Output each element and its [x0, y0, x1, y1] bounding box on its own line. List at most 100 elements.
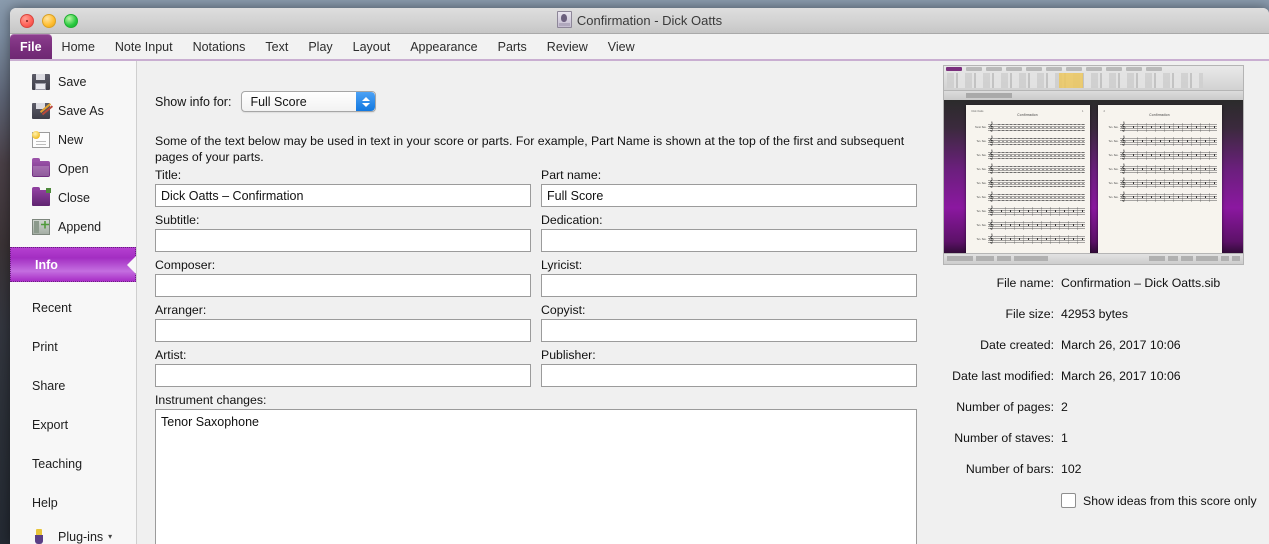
tab-review[interactable]: Review [537, 34, 598, 59]
sidebar-item-close[interactable]: Close [10, 183, 136, 212]
info-value: 102 [1061, 462, 1082, 476]
show-ideas-label: Show ideas from this score only [1083, 493, 1257, 508]
dedication-label: Dedication: [541, 213, 603, 227]
sidebar-item-recent[interactable]: Recent [10, 288, 136, 327]
sidebar-item-print[interactable]: Print [10, 327, 136, 366]
score-preview-thumbnail[interactable]: Dick Oatts 1 Confirmation Tenor Sax. 𝄞 Ten… [943, 65, 1244, 265]
subtitle-label: Subtitle: [155, 213, 200, 227]
lyricist-label: Lyricist: [541, 258, 583, 272]
thumbnail-ribbon-buttons [947, 73, 1203, 88]
stepper-arrows-icon[interactable] [356, 92, 376, 111]
ribbon-tab-bar: File Home Note Input Notations Text Play… [10, 34, 1269, 61]
sidebar-item-export[interactable]: Export [10, 405, 136, 444]
tab-appearance[interactable]: Appearance [400, 34, 487, 59]
composer-input[interactable] [155, 274, 531, 297]
info-key: File name: [996, 276, 1054, 290]
instrument-changes-label: Instrument changes: [155, 393, 267, 407]
sidebar-item-plugins[interactable]: Plug-ins ▾ [10, 522, 136, 544]
field-row-artist-publisher: Artist: Publisher: [155, 348, 917, 387]
thumbnail-page-1: Dick Oatts 1 Confirmation Tenor Sax. 𝄞 Ten… [965, 105, 1090, 253]
info-pane: Show info for: Full Score Some of the te… [137, 61, 939, 544]
info-key: Number of bars: [965, 462, 1054, 476]
field-group-lyricist: Lyricist: [541, 258, 917, 297]
info-key: File size: [1005, 307, 1054, 321]
field-group-part-name: Part name: [541, 168, 917, 207]
close-folder-icon [32, 186, 51, 206]
tab-notations[interactable]: Notations [183, 34, 256, 59]
copyist-input[interactable] [541, 319, 917, 342]
tab-text[interactable]: Text [255, 34, 298, 59]
backstage-sidebar: Save Save As New Open Close Append Info … [10, 61, 137, 544]
part-name-label: Part name: [541, 168, 602, 182]
instrument-changes-textarea[interactable] [155, 409, 917, 544]
tab-parts[interactable]: Parts [488, 34, 537, 59]
thumbnail-status-bar [944, 253, 1243, 264]
sidebar-item-share[interactable]: Share [10, 366, 136, 405]
sidebar-item-help[interactable]: Help [10, 483, 136, 522]
title-input[interactable] [155, 184, 531, 207]
info-row-number-of-pages: Number of pages: 2 [939, 400, 1261, 415]
copyist-label: Copyist: [541, 303, 586, 317]
sidebar-item-teaching[interactable]: Teaching [10, 444, 136, 483]
sidebar-item-label: Print [32, 339, 58, 354]
publisher-label: Publisher: [541, 348, 596, 362]
info-value: 42953 bytes [1061, 307, 1129, 321]
tab-layout[interactable]: Layout [343, 34, 401, 59]
tab-home[interactable]: Home [52, 34, 105, 59]
sidebar-item-label: Share [32, 378, 66, 393]
sidebar-item-save-as[interactable]: Save As [10, 96, 136, 125]
field-group-arranger: Arranger: [155, 303, 531, 342]
tab-note-input[interactable]: Note Input [105, 34, 183, 59]
field-group-dedication: Dedication: [541, 213, 917, 252]
sidebar-item-info[interactable]: Info [10, 247, 136, 282]
artist-label: Artist: [155, 348, 187, 362]
tab-file[interactable]: File [10, 34, 52, 59]
info-value: March 26, 2017 10:06 [1061, 369, 1181, 383]
sidebar-item-append[interactable]: Append [10, 212, 136, 241]
chevron-down-icon[interactable]: ▾ [108, 532, 112, 541]
new-document-icon [32, 130, 50, 148]
dedication-input[interactable] [541, 229, 917, 252]
show-ideas-checkbox[interactable] [1061, 493, 1076, 508]
publisher-input[interactable] [541, 364, 917, 387]
show-info-selected-value: Full Score [250, 94, 307, 109]
tab-view[interactable]: View [598, 34, 645, 59]
field-group-title: Title: [155, 168, 531, 207]
sidebar-item-label: Close [58, 190, 90, 205]
info-description: Some of the text below may be used in te… [155, 134, 905, 164]
info-key: Number of staves: [954, 431, 1054, 445]
info-value: 1 [1061, 431, 1068, 445]
lyricist-input[interactable] [541, 274, 917, 297]
sidebar-item-label: Plug-ins [58, 529, 104, 544]
field-group-artist: Artist: [155, 348, 531, 387]
sidebar-item-new[interactable]: New [10, 125, 136, 154]
metadata-fields: Title: Part name: Subtitle: Dedication: [155, 168, 917, 544]
sidebar-item-open[interactable]: Open [10, 154, 136, 183]
subtitle-input[interactable] [155, 229, 531, 252]
sibelius-document-icon [556, 11, 572, 28]
thumbnail-score-canvas: Dick Oatts 1 Confirmation Tenor Sax. 𝄞 Ten… [944, 100, 1243, 254]
sidebar-item-save[interactable]: Save [10, 67, 136, 96]
artist-input[interactable] [155, 364, 531, 387]
sidebar-item-label: Teaching [32, 456, 83, 471]
show-ideas-checkbox-row[interactable]: Show ideas from this score only [939, 493, 1261, 508]
floppy-disk-pencil-icon [32, 102, 50, 119]
open-folder-icon [32, 157, 50, 177]
floppy-disk-icon [32, 73, 50, 90]
show-info-select[interactable]: Full Score [241, 91, 377, 112]
info-row-number-of-bars: Number of bars: 102 [939, 462, 1261, 477]
sidebar-item-label: New [58, 132, 84, 147]
info-row-date-created: Date created: March 26, 2017 10:06 [939, 338, 1261, 353]
sidebar-item-label: Append [58, 219, 102, 234]
field-group-copyist: Copyist: [541, 303, 917, 342]
arranger-input[interactable] [155, 319, 531, 342]
title-label: Title: [155, 168, 182, 182]
tab-play[interactable]: Play [298, 34, 342, 59]
part-name-input[interactable] [541, 184, 917, 207]
sidebar-item-label: Help [32, 495, 58, 510]
window-title: Confirmation - Dick Oatts [10, 8, 1269, 33]
field-group-subtitle: Subtitle: [155, 213, 531, 252]
info-row-number-of-staves: Number of staves: 1 [939, 431, 1261, 446]
file-backstage: Save Save As New Open Close Append Info … [10, 61, 1269, 544]
sidebar-item-label: Info [35, 257, 58, 272]
